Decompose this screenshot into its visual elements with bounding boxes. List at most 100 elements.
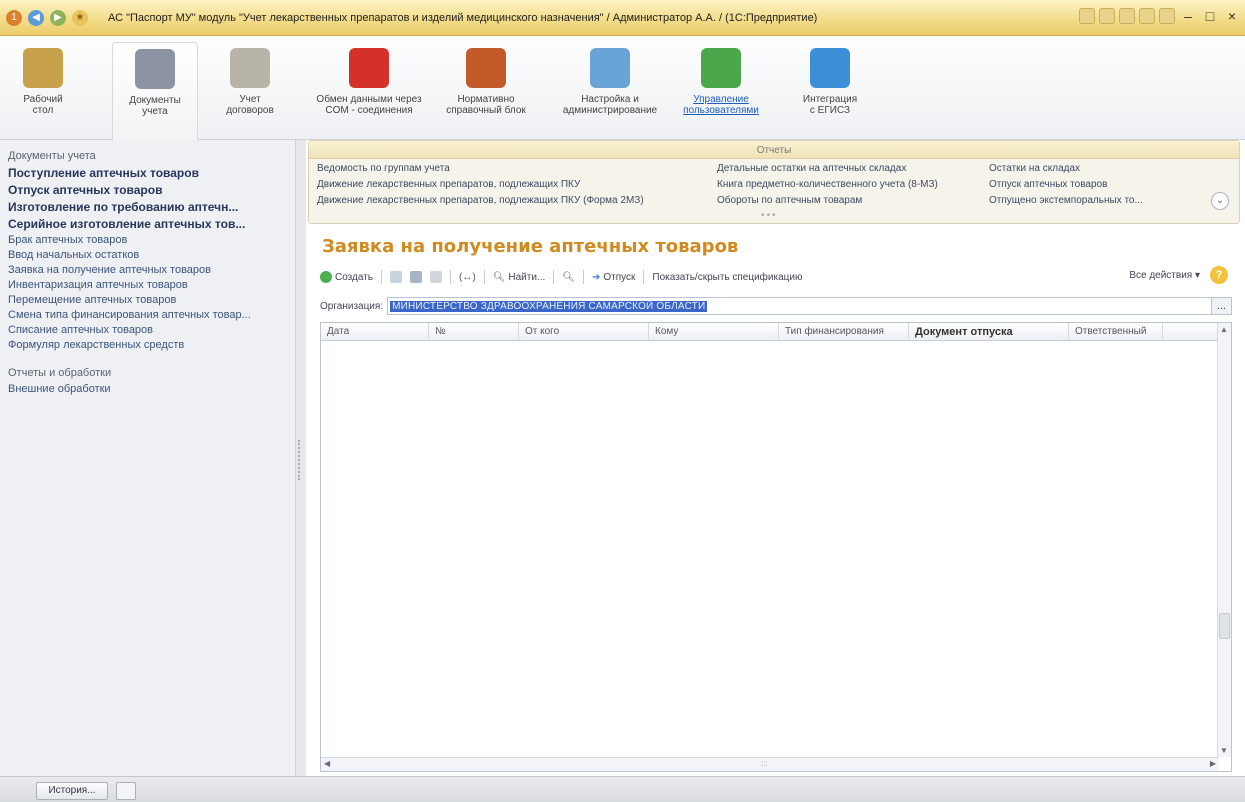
- panel-splitter[interactable]: [296, 140, 306, 776]
- section-desktop[interactable]: Рабочий стол: [10, 42, 76, 116]
- history-tool-icon[interactable]: [1099, 8, 1115, 24]
- all-actions-button[interactable]: Все действия ▾: [1129, 270, 1200, 281]
- back-icon[interactable]: ◀: [28, 9, 44, 26]
- sidebar-item[interactable]: Смена типа финансирования аптечных товар…: [8, 308, 289, 323]
- sidebar-item[interactable]: Ввод начальных остатков: [8, 248, 289, 263]
- section-globe[interactable]: Интеграция с ЕГИСЗ: [790, 42, 870, 116]
- sidebar-item[interactable]: Отпуск аптечных товаров: [8, 182, 289, 199]
- form-toolbar: Создать (↔) 🔍︎ Найти... 🔍︎ ➔ Отпуск Пока…: [320, 266, 1230, 288]
- column-header[interactable]: Кому: [649, 323, 779, 340]
- title-tools: – □ ×: [1079, 8, 1241, 24]
- section-exchange[interactable]: Обмен данными через COM - соединения: [310, 42, 428, 116]
- document-list-form: Заявка на получение аптечных товаров Соз…: [308, 228, 1240, 776]
- organization-select-button[interactable]: ...: [1212, 297, 1232, 315]
- report-link[interactable]: Ведомость по группам учета: [317, 163, 450, 174]
- report-link[interactable]: Отпущено экстемпоральных то...: [989, 195, 1143, 206]
- reports-title: Отчеты: [756, 145, 792, 156]
- period-button[interactable]: (↔): [459, 272, 476, 283]
- report-link[interactable]: Движение лекарственных препаратов, подле…: [317, 195, 644, 206]
- info-tool-icon[interactable]: [1159, 8, 1175, 24]
- admin-icon: [590, 48, 630, 88]
- release-button[interactable]: ➔ Отпуск: [592, 272, 635, 283]
- report-link[interactable]: Книга предметно-количественного учета (8…: [717, 179, 938, 190]
- report-link[interactable]: Отпуск аптечных товаров: [989, 179, 1107, 190]
- section-documents[interactable]: Документы учета: [112, 42, 198, 140]
- toggle-spec-button[interactable]: Показать/скрыть спецификацию: [652, 272, 802, 283]
- app-menu-icon[interactable]: 1: [6, 9, 22, 26]
- column-header[interactable]: Дата: [321, 323, 429, 340]
- find-button[interactable]: 🔍︎ Найти...: [493, 272, 546, 283]
- expand-reports-icon[interactable]: ⌄: [1211, 192, 1229, 210]
- scroll-right-icon[interactable]: ▶: [1210, 759, 1216, 768]
- favorites-icon[interactable]: ★: [72, 9, 88, 26]
- help-icon[interactable]: ?: [1210, 266, 1228, 284]
- sidebar-item[interactable]: Внешние обработки: [8, 382, 289, 397]
- period-icon: (↔): [459, 271, 476, 283]
- users-icon: [701, 48, 741, 88]
- search-icon: 🔍︎: [492, 271, 506, 283]
- copy-button[interactable]: [390, 271, 403, 283]
- section-label: Настройка и администрирование: [562, 94, 658, 116]
- section-label: Интеграция с ЕГИСЗ: [802, 94, 858, 116]
- reports-panel: Отчеты Ведомость по группам учета Движени…: [308, 140, 1240, 224]
- horizontal-scrollbar[interactable]: ◀ ::: ▶: [321, 757, 1219, 771]
- scroll-down-icon[interactable]: ▼: [1220, 746, 1228, 755]
- column-header[interactable]: От кого: [519, 323, 649, 340]
- section-books[interactable]: Нормативно справочный блок: [434, 42, 538, 116]
- books-icon: [466, 48, 506, 88]
- copy-icon: [390, 271, 403, 283]
- arrow-right-icon: ➔: [591, 271, 601, 283]
- column-header[interactable]: Тип финансирования: [779, 323, 909, 340]
- section-label: Документы учета: [129, 95, 181, 117]
- vertical-scrollbar[interactable]: ▲ ▼: [1217, 323, 1231, 757]
- minimize-icon[interactable]: –: [1179, 8, 1197, 24]
- column-header[interactable]: Ответственный: [1069, 323, 1163, 340]
- sections-panel: Рабочий стол Документы учета Учет договоро…: [0, 36, 1245, 140]
- report-link[interactable]: Детальные остатки на аптечных складах: [717, 163, 906, 174]
- calendar-tool-icon[interactable]: [1139, 8, 1155, 24]
- section-label: Рабочий стол: [23, 94, 63, 116]
- organization-value: МИНИСТЕРСТВО ЗДРАВООХРАНЕНИЯ САМАРСКОЙ О…: [390, 300, 708, 312]
- report-link[interactable]: Движение лекарственных препаратов, подле…: [317, 179, 580, 190]
- cancel-search-button[interactable]: 🔍︎: [562, 272, 575, 283]
- sidebar-item[interactable]: Поступление аптечных товаров: [8, 165, 289, 182]
- create-button[interactable]: Создать: [320, 271, 373, 283]
- title-bar: 1 ◀ ▶ ★ АС "Паспорт МУ" модуль "Учет лек…: [0, 0, 1245, 36]
- sidebar-item[interactable]: Брак аптечных товаров: [8, 233, 289, 248]
- section-admin[interactable]: Настройка и администрирование: [560, 42, 660, 116]
- section-users[interactable]: Управление пользователями: [676, 42, 766, 116]
- calc-tool-icon[interactable]: [1119, 8, 1135, 24]
- column-header[interactable]: №: [429, 323, 519, 340]
- scroll-thumb[interactable]: [1219, 613, 1230, 639]
- section-contracts[interactable]: Учет договоров: [214, 42, 286, 116]
- scroll-left-icon[interactable]: ◀: [324, 759, 330, 768]
- column-header[interactable]: Документ отпуска: [909, 323, 1069, 340]
- sidebar-item[interactable]: Изготовление по требованию аптечн...: [8, 199, 289, 216]
- delete-mark-icon: [430, 271, 443, 283]
- scroll-center-grip[interactable]: :::: [761, 759, 768, 768]
- sidebar-item[interactable]: Списание аптечных товаров: [8, 323, 289, 338]
- cancel-search-icon: 🔍︎: [562, 271, 575, 283]
- sidebar-item[interactable]: Формуляр лекарственных средств: [8, 338, 289, 353]
- report-link[interactable]: Остатки на складах: [989, 163, 1080, 174]
- sidebar-item[interactable]: Перемещение аптечных товаров: [8, 293, 289, 308]
- sidebar-item[interactable]: Серийное изготовление аптечных тов...: [8, 216, 289, 233]
- organization-field[interactable]: МИНИСТЕРСТВО ЗДРАВООХРАНЕНИЯ САМАРСКОЙ О…: [387, 297, 1212, 315]
- favorites-tool-icon[interactable]: [1079, 8, 1095, 24]
- forward-icon[interactable]: ▶: [50, 9, 66, 26]
- edit-button[interactable]: [410, 271, 423, 283]
- section-label: Нормативно справочный блок: [446, 94, 526, 116]
- desktop-icon: [23, 48, 63, 88]
- sidebar-head: Документы учета: [8, 150, 96, 162]
- delete-mark-button[interactable]: [430, 271, 443, 283]
- maximize-icon[interactable]: □: [1201, 8, 1219, 24]
- report-link[interactable]: Обороты по аптечным товарам: [717, 195, 862, 206]
- resize-dots[interactable]: •••: [761, 210, 778, 221]
- sidebar-item[interactable]: Заявка на получение аптечных товаров: [8, 263, 289, 278]
- exchange-icon: [349, 48, 389, 88]
- history-button[interactable]: История...: [36, 782, 108, 800]
- messages-icon[interactable]: [116, 782, 136, 800]
- sidebar-item[interactable]: Инвентаризация аптечных товаров: [8, 278, 289, 293]
- close-icon[interactable]: ×: [1223, 8, 1241, 24]
- scroll-up-icon[interactable]: ▲: [1220, 325, 1228, 334]
